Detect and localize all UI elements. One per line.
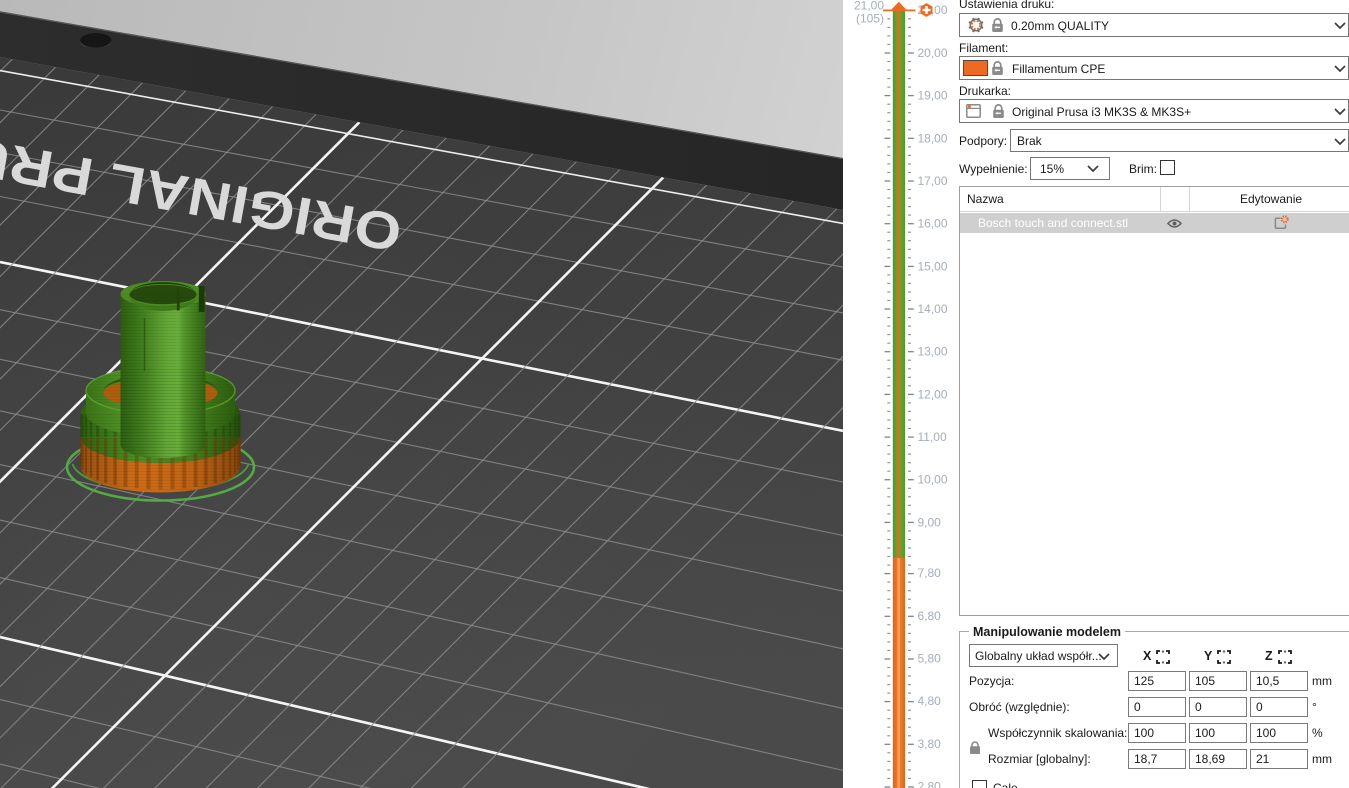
- svg-text:15,00: 15,00: [918, 259, 948, 273]
- svg-text:17,00: 17,00: [918, 174, 948, 188]
- svg-text:3,80: 3,80: [918, 737, 942, 751]
- svg-text:(105): (105): [856, 12, 884, 26]
- svg-text:9,00: 9,00: [918, 515, 942, 529]
- svg-text:2,80: 2,80: [918, 780, 942, 788]
- svg-text:13,00: 13,00: [918, 345, 948, 359]
- svg-text:20,00: 20,00: [918, 46, 948, 60]
- svg-text:11,00: 11,00: [918, 430, 947, 444]
- svg-text:19,00: 19,00: [918, 89, 948, 103]
- svg-text:10,00: 10,00: [918, 473, 948, 487]
- svg-text:18,00: 18,00: [918, 131, 948, 145]
- svg-text:6,80: 6,80: [918, 609, 942, 623]
- svg-text:5,80: 5,80: [918, 652, 942, 666]
- svg-text:14,00: 14,00: [918, 302, 948, 316]
- svg-text:16,00: 16,00: [918, 217, 948, 231]
- svg-text:4,80: 4,80: [918, 694, 942, 708]
- svg-text:12,00: 12,00: [918, 387, 948, 401]
- svg-text:7,80: 7,80: [918, 566, 942, 580]
